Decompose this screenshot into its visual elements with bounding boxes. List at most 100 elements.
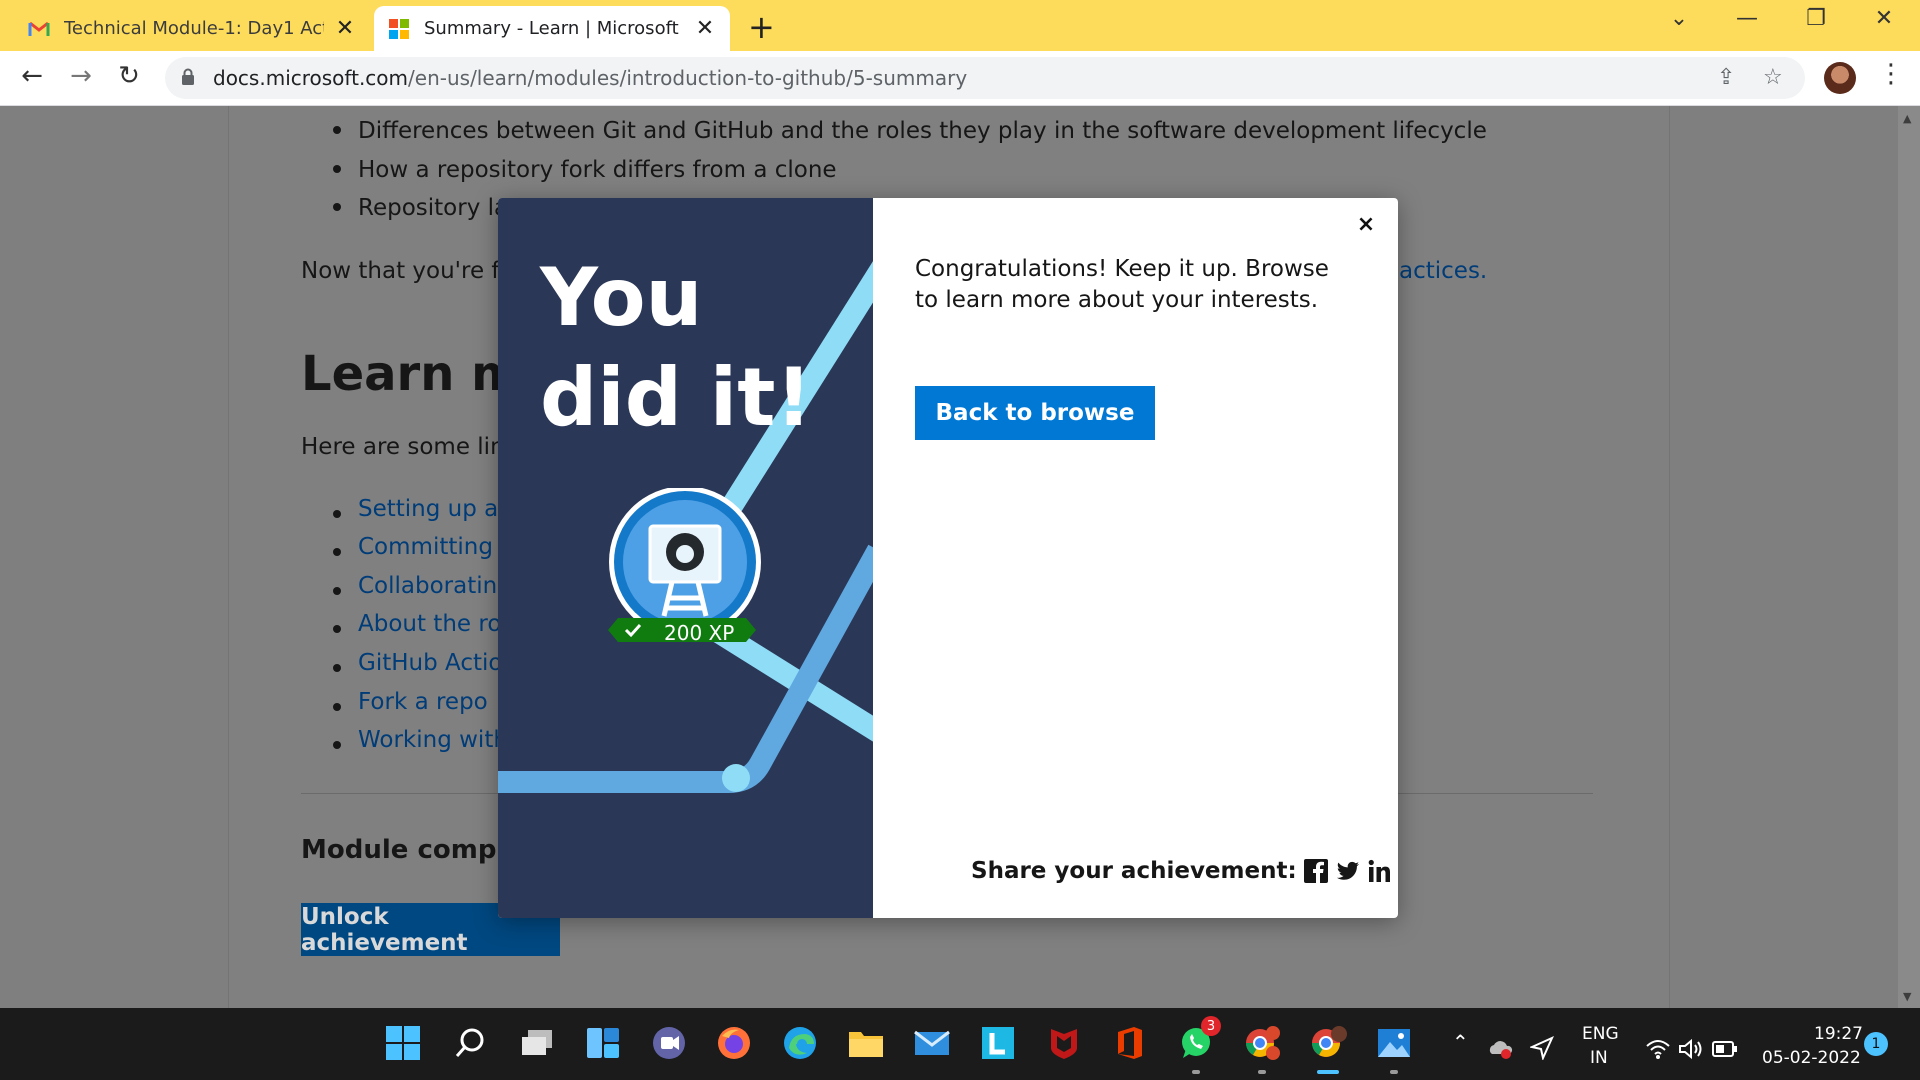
office-button[interactable]	[1109, 1022, 1151, 1064]
bullet-dot	[333, 741, 341, 749]
bookmark-star-icon[interactable]: ☆	[1763, 65, 1783, 90]
best-practices-link[interactable]: actices.	[1399, 258, 1487, 284]
office-icon	[1118, 1027, 1142, 1059]
url-text[interactable]: docs.microsoft.com/en-us/learn/modules/i…	[213, 66, 967, 90]
minimize-icon[interactable]: —	[1727, 6, 1767, 31]
tab-title: Technical Module-1: Day1 Activiti	[64, 18, 324, 39]
lock-icon[interactable]	[181, 68, 195, 86]
clock-time[interactable]: 19:27	[1814, 1024, 1863, 1044]
twitter-icon[interactable]	[1335, 858, 1361, 884]
resource-link[interactable]: GitHub Action	[358, 650, 517, 676]
forward-icon[interactable]: →	[63, 61, 99, 91]
browser-toolbar: ← → ↻ docs.microsoft.com/en-us/learn/mod…	[0, 51, 1920, 106]
bullet-dot	[333, 664, 341, 672]
gmail-icon	[28, 21, 50, 36]
mcafee-button[interactable]	[1043, 1022, 1085, 1064]
back-icon[interactable]: ←	[14, 61, 50, 91]
reload-icon[interactable]: ↻	[111, 61, 147, 91]
tab-title: Summary - Learn | Microsoft Doc	[424, 18, 684, 39]
bullet-dot	[333, 625, 341, 633]
tab-search-icon[interactable]: ⌄	[1659, 6, 1699, 31]
bullet-dot	[333, 548, 341, 556]
hero-text-line1: You	[540, 251, 703, 344]
back-to-browse-button[interactable]: Back to browse	[915, 386, 1155, 440]
chrome-icon	[1246, 1026, 1280, 1060]
folder-icon	[849, 1032, 883, 1057]
windows-taskbar: 3 ⌃ ENG IN 19:27 05-02-2022	[0, 1008, 1920, 1080]
resource-link[interactable]: About the rol	[358, 611, 508, 637]
summary-bullet: Repository la	[358, 195, 509, 221]
l-app-button[interactable]	[977, 1022, 1019, 1064]
location-icon[interactable]	[1530, 1036, 1554, 1060]
language-line2[interactable]: IN	[1590, 1048, 1608, 1068]
linkedin-icon[interactable]	[1367, 858, 1393, 884]
photos-button[interactable]	[1373, 1022, 1415, 1064]
volume-icon[interactable]	[1678, 1038, 1704, 1060]
photos-icon	[1378, 1029, 1410, 1057]
scroll-up-icon[interactable]: ▲	[1903, 112, 1911, 125]
resource-link[interactable]: Working with	[358, 727, 508, 753]
microsoft-icon	[389, 18, 409, 39]
share-achievement: Share your achievement:	[971, 858, 1398, 884]
running-indicator	[1192, 1070, 1200, 1074]
bullet-dot	[333, 165, 341, 173]
browser-menu-icon[interactable]: ⋮	[1878, 59, 1904, 89]
active-indicator	[1317, 1070, 1339, 1074]
close-window-icon[interactable]: ✕	[1864, 6, 1904, 31]
bullet-dot	[333, 203, 341, 211]
share-page-icon[interactable]: ⇪	[1717, 65, 1735, 90]
resource-link[interactable]: Setting up an	[358, 496, 513, 522]
facebook-icon[interactable]	[1303, 858, 1329, 884]
page-scrollbar[interactable]	[1898, 106, 1920, 1008]
mcafee-shield-icon	[1051, 1029, 1077, 1059]
chat-icon	[653, 1027, 685, 1059]
restore-icon[interactable]: ❐	[1796, 6, 1836, 31]
show-hidden-icons[interactable]: ⌃	[1452, 1030, 1469, 1054]
language-line1[interactable]: ENG	[1582, 1024, 1619, 1044]
start-button[interactable]	[382, 1022, 424, 1064]
resource-link[interactable]: Collaborating	[358, 573, 512, 599]
mail-button[interactable]	[911, 1022, 953, 1064]
new-tab-button[interactable]: +	[748, 8, 775, 46]
bullet-dot	[333, 703, 341, 711]
close-dialog-icon[interactable]: ×	[1354, 212, 1378, 237]
celebration-panel: You did it! 200 XP	[498, 198, 873, 918]
close-tab-icon[interactable]: ✕	[694, 16, 716, 41]
close-tab-icon[interactable]: ✕	[334, 16, 356, 41]
teams-chat-button[interactable]	[648, 1022, 690, 1064]
tab-summary[interactable]: Summary - Learn | Microsoft Doc ✕	[374, 6, 730, 51]
address-bar[interactable]: docs.microsoft.com/en-us/learn/modules/i…	[165, 57, 1805, 99]
widgets-icon	[587, 1028, 619, 1058]
firefox-icon	[718, 1027, 750, 1059]
l-app-icon	[982, 1027, 1014, 1059]
task-view-button[interactable]	[516, 1022, 558, 1064]
firefox-button[interactable]	[713, 1022, 755, 1064]
chrome-icon	[1312, 1026, 1347, 1057]
resource-link[interactable]: Committing c	[358, 534, 513, 560]
edge-button[interactable]	[779, 1022, 821, 1064]
tab-strip: Technical Module-1: Day1 Activiti ✕ Summ…	[0, 0, 1920, 51]
chrome-profile-p-button[interactable]	[1241, 1022, 1283, 1064]
widgets-button[interactable]	[582, 1022, 624, 1064]
intro-text: Now that you're fa	[301, 258, 514, 284]
congratulations-message: Congratulations! Keep it up. Browse to l…	[915, 256, 1329, 313]
search-button[interactable]	[449, 1022, 491, 1064]
scroll-down-icon[interactable]: ▼	[1903, 990, 1911, 1003]
whatsapp-button[interactable]: 3	[1175, 1016, 1221, 1064]
file-explorer-button[interactable]	[845, 1022, 887, 1064]
mail-icon	[914, 1030, 950, 1055]
wifi-icon[interactable]	[1645, 1038, 1671, 1060]
profile-avatar[interactable]	[1824, 62, 1856, 94]
bullet-dot	[333, 510, 341, 518]
unread-badge: 3	[1201, 1016, 1221, 1036]
clock-date[interactable]: 05-02-2022	[1762, 1048, 1861, 1068]
edge-icon	[784, 1027, 816, 1059]
notification-count[interactable]: 1	[1864, 1032, 1888, 1056]
chrome-active-button[interactable]	[1307, 1022, 1349, 1064]
windows-icon	[386, 1026, 420, 1060]
battery-icon[interactable]	[1712, 1040, 1738, 1058]
hero-text-line2: did it!	[540, 351, 812, 444]
resource-link[interactable]: Fork a repo	[358, 689, 488, 715]
tab-gmail[interactable]: Technical Module-1: Day1 Activiti ✕	[14, 6, 370, 51]
onedrive-icon[interactable]	[1486, 1038, 1516, 1060]
